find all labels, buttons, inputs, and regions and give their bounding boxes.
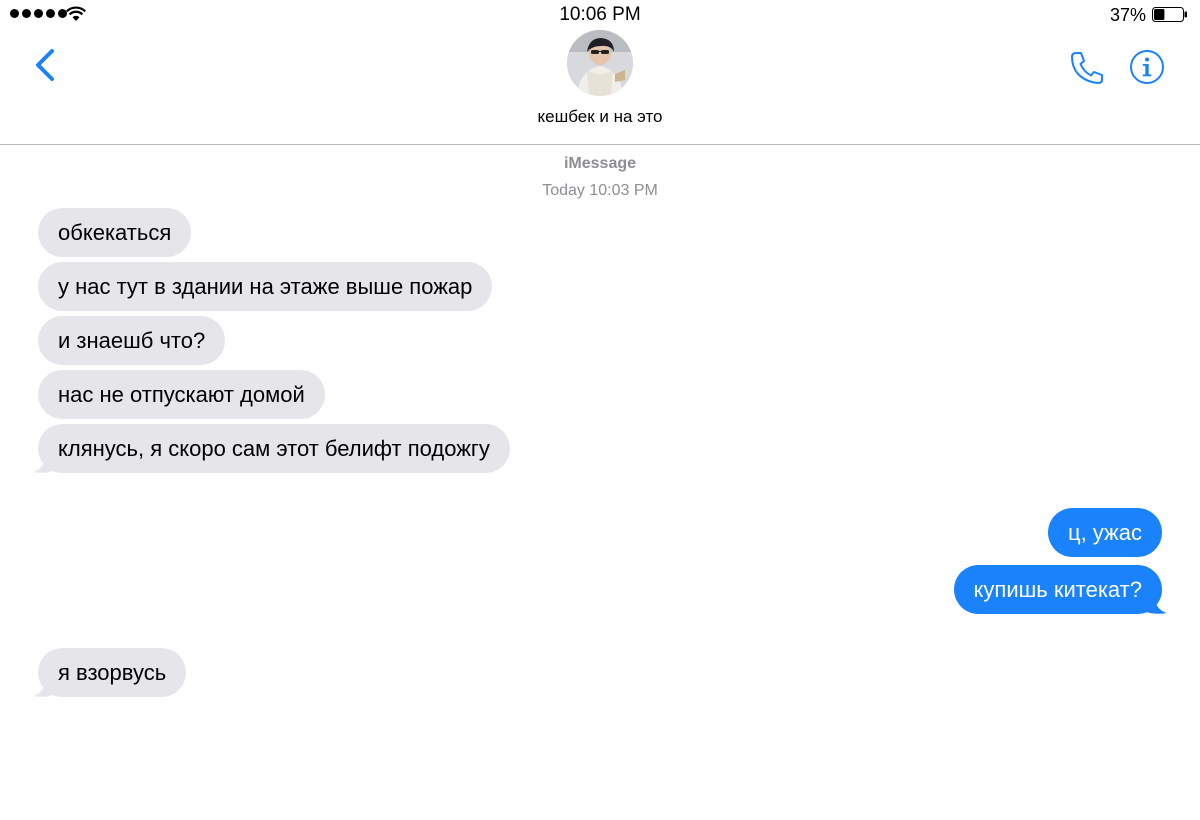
outgoing-message-bubble[interactable]: купишь китекат?: [953, 565, 1162, 614]
battery-icon: [1152, 7, 1187, 22]
battery-percentage: 37%: [1109, 5, 1146, 25]
outgoing-message-bubble[interactable]: ц, ужас: [1047, 508, 1162, 557]
message-timestamp: Today 10:03 PM: [542, 182, 658, 199]
contact-avatar[interactable]: [567, 30, 633, 96]
incoming-message-bubble[interactable]: и знаешб что?: [38, 316, 226, 365]
avatar-image: [567, 30, 633, 96]
incoming-message-bubble[interactable]: обкекаться: [38, 208, 192, 257]
service-label: iMessage: [563, 155, 637, 172]
contact-name[interactable]: кешбек и на это: [0, 107, 1200, 127]
messages-app: 10:06 PM 37% кешбек и на это iMessage To…: [0, 0, 1200, 820]
status-bar: 10:06 PM 37%: [0, 0, 1200, 30]
status-time: 10:06 PM: [559, 4, 641, 25]
battery-fill: [1154, 9, 1165, 20]
incoming-message-bubble[interactable]: нас не отпускают домой: [38, 370, 325, 419]
incoming-message-bubble[interactable]: у нас тут в здании на этаже выше пожар: [38, 262, 493, 311]
incoming-message-bubble[interactable]: клянусь, я скоро сам этот белифт подожгу: [38, 424, 510, 473]
conversation-header: кешбек и на это: [0, 30, 1200, 145]
info-icon[interactable]: [1129, 49, 1165, 85]
back-chevron-icon[interactable]: [30, 48, 60, 82]
phone-call-icon[interactable]: [1067, 48, 1107, 88]
incoming-message-bubble[interactable]: я взорвусь: [38, 648, 187, 697]
